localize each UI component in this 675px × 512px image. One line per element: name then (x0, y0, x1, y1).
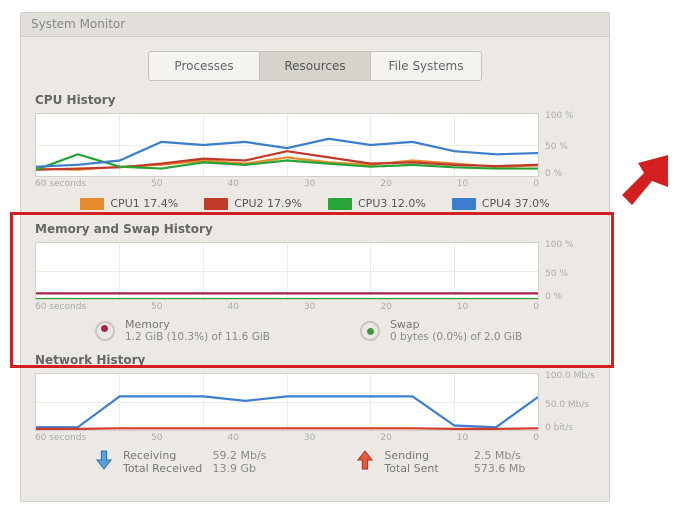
cpu-color-swatch (328, 198, 352, 210)
cpu-history-chart (35, 113, 539, 177)
cpu-xaxis: 60 seconds 50 40 30 20 10 0 (35, 177, 595, 189)
cpu-yaxis: 100 % 50 % 0 % (539, 113, 595, 177)
cpu-color-swatch (452, 198, 476, 210)
cpu-legend-label: CPU2 17.9% (234, 197, 302, 210)
window-title: System Monitor (31, 17, 125, 31)
cpu-legend-label: CPU4 37.0% (482, 197, 550, 210)
cpu-legend-item-cpu4[interactable]: CPU4 37.0% (452, 197, 550, 210)
network-history-section: Network History 100.0 Mb/s 50.0 Mb/s 0 b… (21, 353, 609, 483)
network-receiving-item[interactable]: Receiving 59.2 Mb/s Total Received 13.9 … (95, 449, 266, 475)
network-history-title: Network History (35, 353, 595, 367)
cpu-history-section: CPU History 100 % 50 % 0 % 60 seconds 50… (21, 93, 609, 220)
network-yaxis: 100.0 Mb/s 50.0 Mb/s 0 bit/s (539, 373, 595, 431)
cpu-legend-item-cpu3[interactable]: CPU3 12.0% (328, 197, 426, 210)
memory-yaxis: 100 % 50 % 0 % (539, 242, 595, 300)
memory-history-section: Memory and Swap History 100 % 50 % 0 % 6… (21, 222, 609, 351)
memory-gauge-icon (95, 321, 115, 341)
network-history-chart (35, 373, 539, 431)
cpu-history-title: CPU History (35, 93, 595, 107)
system-monitor-window: System Monitor Processes Resources File … (20, 12, 610, 502)
window-titlebar[interactable]: System Monitor (21, 13, 609, 37)
memory-xaxis: 60 seconds 50 40 30 20 10 0 (35, 300, 595, 312)
annotation-arrow-icon (608, 153, 668, 213)
swap-legend-item[interactable]: Swap 0 bytes (0.0%) of 2.0 GiB (360, 318, 522, 343)
memory-history-chart (35, 242, 539, 300)
tab-bar: Processes Resources File Systems (21, 37, 609, 91)
memory-history-title: Memory and Swap History (35, 222, 595, 236)
memory-legend-item[interactable]: Memory 1.2 GiB (10.3%) of 11.6 GiB (95, 318, 270, 343)
tab-filesystems[interactable]: File Systems (370, 51, 482, 81)
tab-resources[interactable]: Resources (259, 51, 371, 81)
download-arrow-icon (95, 449, 113, 471)
cpu-color-swatch (80, 198, 104, 210)
swap-gauge-icon (360, 321, 380, 341)
network-sending-item[interactable]: Sending 2.5 Mb/s Total Sent 573.6 Mb (356, 449, 525, 475)
cpu-legend-label: CPU3 12.0% (358, 197, 426, 210)
cpu-legend: CPU1 17.4% CPU2 17.9% CPU3 12.0% CPU4 37.0% (35, 189, 595, 212)
cpu-legend-label: CPU1 17.4% (110, 197, 178, 210)
tab-processes[interactable]: Processes (148, 51, 260, 81)
cpu-legend-item-cpu1[interactable]: CPU1 17.4% (80, 197, 178, 210)
cpu-legend-item-cpu2[interactable]: CPU2 17.9% (204, 197, 302, 210)
network-xaxis: 60 seconds 50 40 30 20 10 0 (35, 431, 595, 443)
upload-arrow-icon (356, 449, 374, 471)
network-legend: Receiving 59.2 Mb/s Total Received 13.9 … (35, 443, 595, 475)
cpu-color-swatch (204, 198, 228, 210)
memory-legend: Memory 1.2 GiB (10.3%) of 11.6 GiB Swap … (35, 312, 595, 343)
